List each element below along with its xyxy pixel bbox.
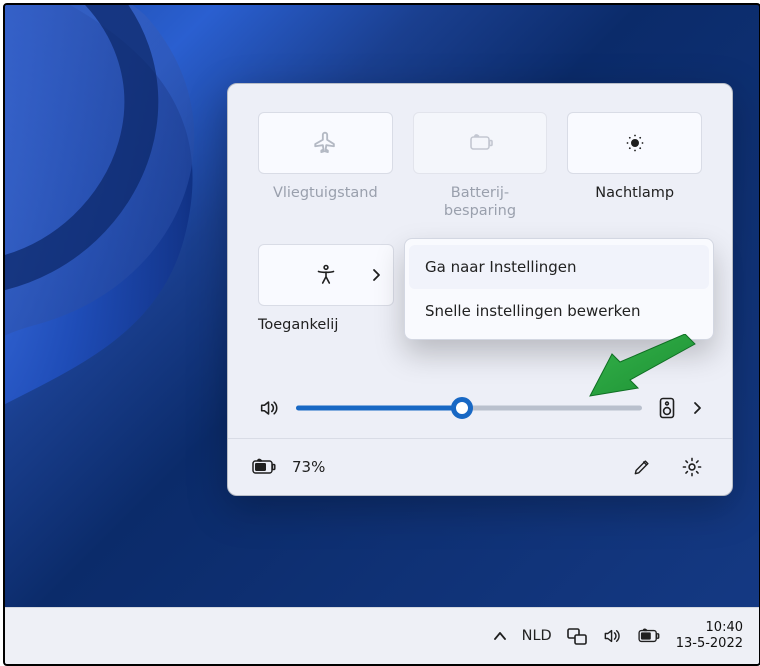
battery-saver-label: Batterij- besparing (444, 184, 516, 220)
gear-icon (681, 456, 703, 478)
edit-button[interactable] (624, 449, 660, 485)
chevron-right-icon[interactable] (692, 400, 702, 416)
taskbar: NLD (5, 607, 759, 664)
quick-settings-footer: 73% (228, 438, 732, 495)
audio-output-icon[interactable] (658, 396, 676, 420)
tile-battery-saver: Batterij- besparing (413, 112, 548, 220)
accessibility-icon (314, 263, 338, 287)
tray-overflow-chevron[interactable] (492, 629, 508, 643)
tile-airplane-mode: Vliegtuigstand (258, 112, 393, 220)
night-light-label: Nachtlamp (595, 184, 674, 202)
context-menu: Ga naar Instellingen Snelle instellingen… (404, 238, 714, 340)
battery-charging-icon[interactable] (250, 457, 278, 477)
screenshot-frame: Vliegtuigstand Batterij- besparing (3, 3, 760, 666)
speaker-icon[interactable] (258, 397, 280, 419)
taskbar-clock[interactable]: 10:40 13-5-2022 (676, 620, 743, 653)
chevron-right-icon (371, 268, 381, 282)
airplane-mode-toggle[interactable] (258, 112, 393, 174)
context-menu-item-go-to-settings[interactable]: Ga naar Instellingen (409, 245, 709, 289)
tile-accessibility: Toegankelij (258, 244, 394, 334)
quick-settings-panel: Vliegtuigstand Batterij- besparing (227, 83, 733, 496)
volume-slider[interactable] (296, 397, 642, 419)
accessibility-button[interactable] (258, 244, 394, 306)
tile-night-light: Nachtlamp (567, 112, 702, 220)
language-indicator[interactable]: NLD (522, 628, 552, 644)
network-icon[interactable] (566, 626, 588, 646)
volume-fill (296, 406, 462, 411)
accessibility-label: Toegankelij (258, 316, 394, 334)
context-menu-item-label: Ga naar Instellingen (425, 258, 577, 276)
pencil-icon (632, 457, 652, 477)
battery-saver-icon (465, 132, 495, 154)
volume-thumb[interactable] (451, 397, 473, 419)
night-light-toggle[interactable] (567, 112, 702, 174)
airplane-icon (312, 130, 338, 156)
night-light-icon (623, 131, 647, 155)
annotation-arrow (582, 334, 702, 398)
battery-tray-icon[interactable] (636, 627, 662, 645)
battery-percent-label: 73% (292, 458, 325, 476)
airplane-mode-label: Vliegtuigstand (273, 184, 378, 202)
settings-button[interactable] (674, 449, 710, 485)
context-menu-item-label: Snelle instellingen bewerken (425, 302, 641, 320)
clock-time: 10:40 (706, 620, 743, 636)
context-menu-item-edit-quick-settings[interactable]: Snelle instellingen bewerken (405, 289, 713, 333)
clock-date: 13-5-2022 (676, 636, 743, 652)
battery-saver-toggle[interactable] (413, 112, 548, 174)
volume-tray-icon[interactable] (602, 626, 622, 646)
